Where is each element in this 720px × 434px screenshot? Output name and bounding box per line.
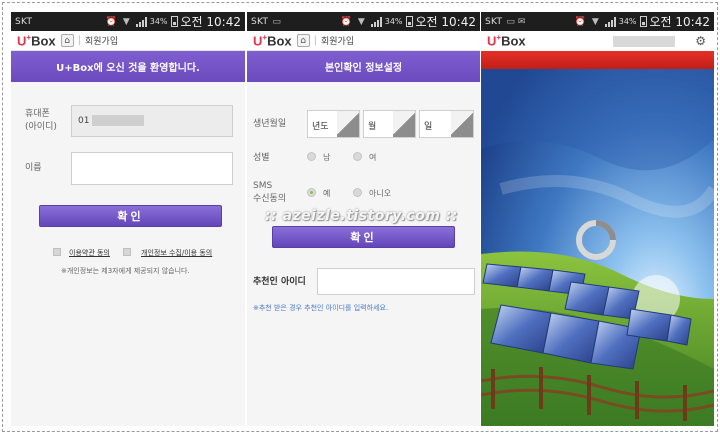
- sms-no-label: 아니오: [369, 189, 392, 198]
- carrier-label: SKT: [485, 16, 503, 27]
- status-bar: SKT ⏰ ▼ 34% 오전 10:42: [11, 12, 245, 31]
- sms-yes-radio[interactable]: [307, 188, 316, 197]
- carrier-label: SKT: [15, 16, 33, 27]
- alarm-icon: ⏰: [340, 16, 352, 27]
- battery-icon: [405, 16, 413, 27]
- app-logo[interactable]: U+Box: [17, 33, 56, 48]
- battery-percent: 34%: [149, 17, 168, 26]
- gender-male-label: 남: [323, 153, 331, 162]
- signal-icon: [604, 16, 616, 27]
- wifi-icon: ▼: [122, 16, 130, 27]
- clock: 오전 10:42: [180, 15, 241, 29]
- brand-strip: [481, 51, 714, 69]
- privacy-checkbox[interactable]: [123, 248, 131, 256]
- watermark-text: :: azeizle.tistory.com ::: [265, 208, 458, 224]
- privacy-notice: ※개인정보는 제3자에게 제공되지 않습니다.: [61, 267, 190, 275]
- alarm-icon: ⏰: [105, 16, 117, 27]
- recommender-note: ※추천 받은 경우 추천인 아이디를 입력하세요.: [253, 304, 389, 312]
- dropdown-arrow-icon: [451, 111, 473, 137]
- spinner-icon: [576, 220, 616, 260]
- sms-no-radio[interactable]: [353, 188, 362, 197]
- birth-label: 생년월일: [253, 119, 287, 129]
- mail-icon: ✉: [517, 16, 526, 27]
- screenshot-frame: SKT ⏰ ▼ 34% 오전 10:42 U+Box ⌂ | 회원가입 U+Bo…: [2, 2, 718, 432]
- phone-label: 휴대폰 (아이디): [25, 109, 57, 132]
- status-bar: SKT ▭ ✉ ⏰ ▼ 34% 오전 10:42: [481, 12, 714, 31]
- name-label: 이름: [25, 163, 42, 173]
- battery-icon: [170, 16, 178, 27]
- splash-scene: [481, 69, 714, 426]
- confirm-button[interactable]: 확인: [272, 226, 455, 248]
- breadcrumb: 회원가입: [321, 37, 355, 47]
- page-title: U+Box에 오신 것을 환영합니다.: [11, 51, 245, 82]
- breadcrumb: 회원가입: [85, 37, 119, 47]
- signal-icon: [135, 16, 147, 27]
- day-value: 일: [424, 122, 433, 132]
- gallery-icon: ▭: [272, 16, 281, 27]
- signal-icon: [370, 16, 382, 27]
- name-input[interactable]: [71, 152, 233, 185]
- battery-percent: 34%: [384, 17, 403, 26]
- battery-percent: 34%: [618, 17, 637, 26]
- masked-phone-number: [92, 115, 144, 126]
- app-header: U+Box ⌂ | 회원가입: [247, 31, 480, 51]
- gear-icon[interactable]: ⚙: [695, 34, 706, 48]
- phone-screen-loading: SKT ▭ ✉ ⏰ ▼ 34% 오전 10:42 U+Box ⚙: [481, 12, 714, 426]
- masked-account-name: [613, 36, 675, 47]
- app-header: U+Box ⌂ | 회원가입: [11, 31, 245, 51]
- day-select[interactable]: 일: [419, 110, 474, 138]
- clock: 오전 10:42: [649, 15, 710, 29]
- month-value: 월: [368, 122, 377, 132]
- home-icon[interactable]: ⌂: [296, 34, 310, 47]
- app-header: U+Box ⚙: [481, 31, 714, 51]
- phone-field[interactable]: 01: [71, 105, 233, 137]
- dropdown-arrow-icon: [337, 111, 359, 137]
- recommender-label: 추천인 아이디: [253, 277, 306, 287]
- terms-link[interactable]: 이용약관 동의: [69, 248, 110, 258]
- month-select[interactable]: 월: [363, 110, 416, 138]
- app-logo[interactable]: U+Box: [487, 33, 526, 48]
- year-value: 년도: [312, 122, 329, 132]
- phone-value: 01: [78, 116, 90, 126]
- signup-form: 휴대폰 (아이디) 01 이름 확인 이용약관 동의 개인정보 수집/이용 동의…: [11, 82, 245, 406]
- privacy-link[interactable]: 개인정보 수집/이용 동의: [141, 248, 212, 258]
- crumb-separator: |: [313, 35, 317, 46]
- gender-male-radio[interactable]: [307, 152, 316, 161]
- wifi-icon: ▼: [591, 16, 599, 27]
- year-select[interactable]: 년도: [307, 110, 360, 138]
- sms-yes-label: 예: [323, 189, 331, 198]
- gender-female-label: 여: [369, 153, 377, 162]
- app-logo[interactable]: U+Box: [253, 33, 292, 48]
- sms-label: SMS 수신동의: [253, 181, 287, 204]
- clock: 오전 10:42: [415, 15, 476, 29]
- gender-label: 성별: [253, 153, 270, 163]
- status-bar: SKT ▭ ⏰ ▼ 34% 오전 10:42: [247, 12, 480, 31]
- alarm-icon: ⏰: [574, 16, 586, 27]
- phone-screen-welcome: SKT ⏰ ▼ 34% 오전 10:42 U+Box ⌂ | 회원가입 U+Bo…: [11, 12, 245, 426]
- carrier-label: SKT: [251, 16, 269, 27]
- home-icon[interactable]: ⌂: [60, 34, 74, 47]
- gender-female-radio[interactable]: [353, 152, 362, 161]
- confirm-button[interactable]: 확인: [39, 205, 222, 227]
- recommender-input[interactable]: [317, 268, 475, 295]
- gallery-icon: ▭: [506, 16, 515, 27]
- page-title: 본인확인 정보설정: [247, 51, 480, 82]
- battery-icon: [639, 16, 647, 27]
- dropdown-arrow-icon: [393, 111, 415, 137]
- identity-form: 생년월일 년도 월 일 성별 남 여 SMS 수신동의 예 아니오 확인 추천인…: [247, 82, 480, 406]
- terms-checkbox[interactable]: [53, 248, 61, 256]
- crumb-separator: |: [77, 35, 81, 46]
- wifi-icon: ▼: [357, 16, 365, 27]
